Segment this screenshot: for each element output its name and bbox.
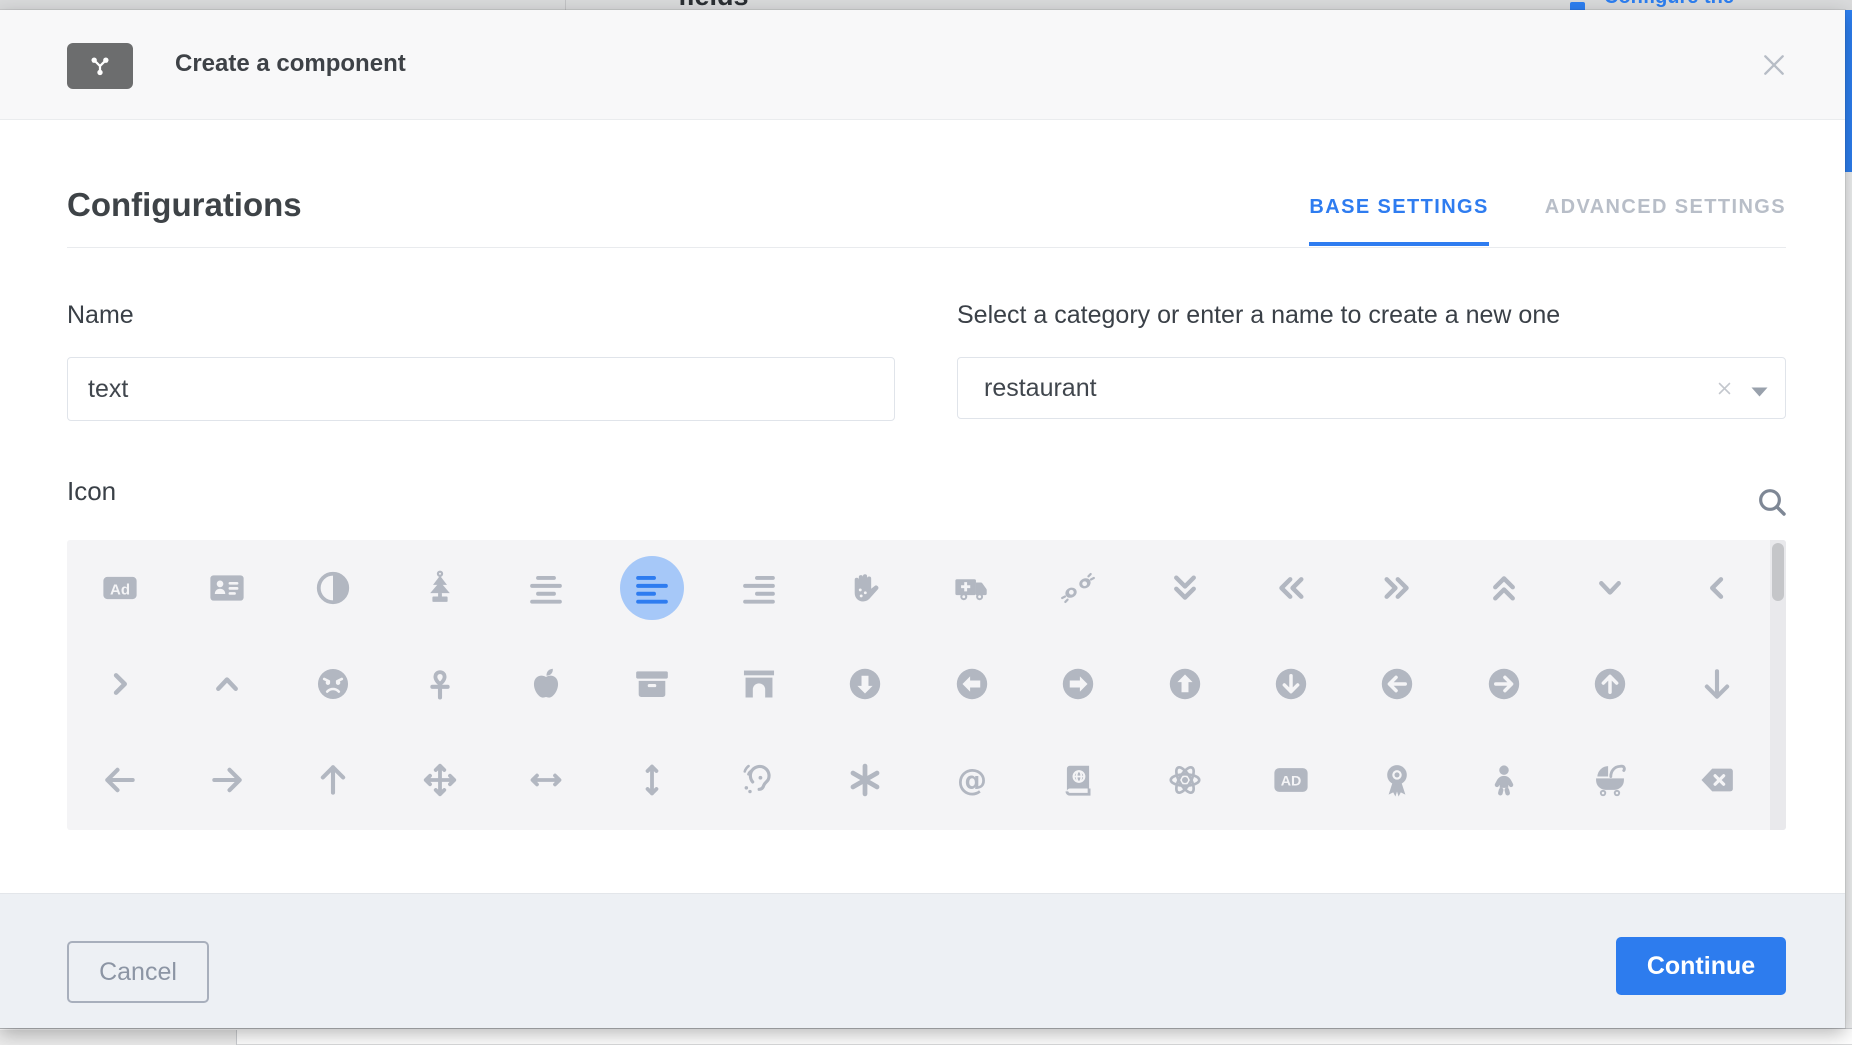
search-icon[interactable] bbox=[1756, 486, 1788, 518]
icon-assistive-listening-systems[interactable] bbox=[727, 748, 791, 812]
icon-arrow-up[interactable] bbox=[301, 748, 365, 812]
background-sidebar-edge bbox=[0, 1030, 237, 1045]
icon-angle-double-right[interactable] bbox=[1365, 556, 1429, 620]
icon-align-center[interactable] bbox=[514, 556, 578, 620]
icon-angle-down[interactable] bbox=[1578, 556, 1642, 620]
icon-baby-carriage[interactable] bbox=[1578, 748, 1642, 812]
category-select[interactable]: restaurant bbox=[957, 357, 1786, 419]
icon-arrow-alt-circle-right[interactable] bbox=[1046, 652, 1110, 716]
icon-angle-up[interactable] bbox=[195, 652, 259, 716]
background-page-right-strip bbox=[1845, 10, 1852, 1028]
icon-arrow-circle-up[interactable] bbox=[1578, 652, 1642, 716]
continue-button[interactable]: Continue bbox=[1616, 937, 1786, 995]
scrollbar-thumb[interactable] bbox=[1772, 543, 1784, 601]
icon-angry[interactable] bbox=[301, 652, 365, 716]
icon-air-freshener[interactable] bbox=[408, 556, 472, 620]
svg-text:@: @ bbox=[957, 763, 987, 798]
background-link-icon bbox=[1570, 2, 1585, 10]
background-page-bottom-strip bbox=[0, 1028, 1852, 1044]
icon-at[interactable]: @ bbox=[940, 748, 1004, 812]
settings-tabs: BASE SETTINGS ADVANCED SETTINGS bbox=[1309, 196, 1786, 246]
icon-archway[interactable] bbox=[727, 652, 791, 716]
svg-text:Ad: Ad bbox=[110, 581, 130, 598]
icon-arrow-circle-left[interactable] bbox=[1365, 652, 1429, 716]
icon-arrow-circle-right[interactable] bbox=[1472, 652, 1536, 716]
create-component-modal: Create a component Configurations BASE S… bbox=[0, 10, 1845, 1028]
icon-audio-description[interactable]: AD bbox=[1259, 748, 1323, 812]
icon-align-left[interactable] bbox=[620, 556, 684, 620]
icon-picker-panel: Ad @ AD bbox=[67, 540, 1786, 830]
icon-arrows-alt-v[interactable] bbox=[620, 748, 684, 812]
icon-address-card[interactable] bbox=[195, 556, 259, 620]
icon-american-sign-language-interpreting[interactable] bbox=[1046, 556, 1110, 620]
icon-archive[interactable] bbox=[620, 652, 684, 716]
icon-align-right[interactable] bbox=[727, 556, 791, 620]
icon-arrow-alt-circle-left[interactable] bbox=[940, 652, 1004, 716]
icon-asterisk[interactable] bbox=[833, 748, 897, 812]
modal-header: Create a component bbox=[0, 10, 1845, 120]
icon-arrow-alt-circle-down[interactable] bbox=[833, 652, 897, 716]
icon-arrow-circle-down[interactable] bbox=[1259, 652, 1323, 716]
icon-baby[interactable] bbox=[1472, 748, 1536, 812]
modal-title: Create a component bbox=[175, 10, 406, 120]
icon-arrow-left[interactable] bbox=[88, 748, 152, 812]
icon-angle-double-left[interactable] bbox=[1259, 556, 1323, 620]
icon-allergies[interactable] bbox=[833, 556, 897, 620]
icon-arrows-alt-h[interactable] bbox=[514, 748, 578, 812]
icon-ad[interactable]: Ad bbox=[88, 556, 152, 620]
icon-backspace[interactable] bbox=[1685, 748, 1749, 812]
icon-arrow-down[interactable] bbox=[1685, 652, 1749, 716]
tab-advanced-settings[interactable]: ADVANCED SETTINGS bbox=[1545, 196, 1786, 246]
icon-adjust[interactable] bbox=[301, 556, 365, 620]
category-label: Select a category or enter a name to cre… bbox=[957, 301, 1560, 330]
close-icon[interactable] bbox=[1760, 51, 1788, 79]
icon-award[interactable] bbox=[1365, 748, 1429, 812]
icon-apple-alt[interactable] bbox=[514, 652, 578, 716]
icon-angle-right[interactable] bbox=[88, 652, 152, 716]
svg-text:AD: AD bbox=[1281, 774, 1302, 790]
name-label: Name bbox=[67, 301, 134, 330]
background-divider bbox=[565, 0, 566, 10]
category-selected-value: restaurant bbox=[984, 358, 1097, 418]
name-input[interactable] bbox=[67, 357, 895, 421]
modal-footer: Cancel Continue bbox=[0, 893, 1845, 1028]
icon-arrow-right[interactable] bbox=[195, 748, 259, 812]
background-link-fragment: Configure the bbox=[1604, 0, 1734, 9]
background-text-fragment: fields bbox=[678, 0, 749, 10]
icon-angle-left[interactable] bbox=[1685, 556, 1749, 620]
icon-atlas[interactable] bbox=[1046, 748, 1110, 812]
icon-ankh[interactable] bbox=[408, 652, 472, 716]
icon-arrow-alt-circle-up[interactable] bbox=[1153, 652, 1217, 716]
tabs-divider bbox=[67, 247, 1786, 248]
page-title: Configurations bbox=[67, 186, 302, 224]
clear-selection-icon[interactable] bbox=[1716, 380, 1733, 397]
icon-angle-double-down[interactable] bbox=[1153, 556, 1217, 620]
icon-ambulance[interactable] bbox=[940, 556, 1004, 620]
icon-arrows-alt[interactable] bbox=[408, 748, 472, 812]
icon-angle-double-up[interactable] bbox=[1472, 556, 1536, 620]
scrollbar-track[interactable] bbox=[1770, 540, 1786, 830]
icon-grid: Ad @ AD bbox=[67, 540, 1770, 830]
tab-base-settings[interactable]: BASE SETTINGS bbox=[1309, 196, 1488, 246]
chevron-down-icon[interactable] bbox=[1751, 384, 1768, 394]
icon-atom[interactable] bbox=[1153, 748, 1217, 812]
component-branch-icon bbox=[67, 43, 133, 89]
icon-label: Icon bbox=[67, 476, 116, 507]
background-blue-panel-edge bbox=[1845, 10, 1852, 172]
background-page-top-strip: fields Configure the bbox=[0, 0, 1852, 10]
cancel-button[interactable]: Cancel bbox=[67, 941, 209, 1003]
